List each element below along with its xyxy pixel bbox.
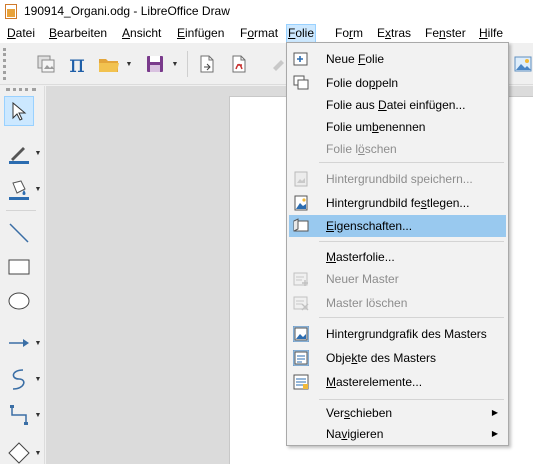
menu-ansicht[interactable]: Ansicht xyxy=(121,24,162,43)
menu-form[interactable]: Form xyxy=(334,24,364,43)
menu-item-label: Neue Folie xyxy=(326,52,385,66)
menu-item-folie-aus-datei[interactable]: Folie aus Datei einfügen... xyxy=(289,94,506,116)
menu-item-hintergrundbild-speichern[interactable]: Hintergrundbild speichern... xyxy=(289,168,506,190)
open-dropdown-arrow[interactable]: ▼ xyxy=(124,51,134,77)
menu-separator xyxy=(319,399,504,400)
insert-image-icon[interactable] xyxy=(510,51,533,77)
save-background-icon xyxy=(293,171,309,187)
menu-einfuegen[interactable]: Einfügen xyxy=(176,24,225,43)
ellipse-tool-icon[interactable] xyxy=(4,286,34,316)
connector-tool-icon[interactable] xyxy=(4,400,34,430)
menu-item-label: Masterelemente... xyxy=(326,375,423,389)
menu-item-label: Objekte des Masters xyxy=(326,351,437,365)
export-pdf-icon[interactable] xyxy=(226,51,252,77)
delete-master-icon xyxy=(293,295,309,311)
menu-extras[interactable]: Extras xyxy=(376,24,412,43)
menu-item-label: Folie doppeln xyxy=(326,76,399,90)
menu-fenster[interactable]: Fenster xyxy=(424,24,467,43)
menu-item-label: Masterfolie... xyxy=(326,250,395,264)
rectangle-tool-icon[interactable] xyxy=(4,252,34,282)
menu-folie[interactable]: Folie xyxy=(286,24,317,43)
menu-item-hintergrundgrafik-des-masters[interactable]: Hintergrundgrafik des Masters xyxy=(289,323,506,345)
master-elements-icon xyxy=(293,374,309,390)
toolbar-separator xyxy=(187,51,188,77)
save-dropdown-arrow[interactable]: ▼ xyxy=(170,51,180,77)
menu-item-folie-loeschen[interactable]: Folie löschen xyxy=(289,138,506,160)
master-background-icon xyxy=(292,325,310,343)
toolbar-grip[interactable] xyxy=(3,48,6,80)
menu-hilfe[interactable]: Hilfe xyxy=(478,24,504,43)
master-objects-icon xyxy=(292,349,310,367)
menu-item-verschieben[interactable]: Verschieben ▶ xyxy=(289,402,506,424)
menu-item-label: Navigieren xyxy=(326,427,384,441)
menu-item-label: Hintergrundgrafik des Masters xyxy=(326,327,487,341)
menu-item-navigieren[interactable]: Navigieren ▶ xyxy=(289,423,506,445)
title-bar: 190914_Organi.odg - LibreOffice Draw xyxy=(0,0,533,22)
menu-item-eigenschaften[interactable]: Eigenschaften... xyxy=(289,215,506,237)
menu-item-label: Eigenschaften... xyxy=(326,219,413,233)
menu-item-folie-umbenennen[interactable]: Folie umbenennen xyxy=(289,116,506,138)
submenu-arrow-icon: ▶ xyxy=(491,429,498,438)
set-background-icon xyxy=(293,195,309,211)
connector-dropdown-arrow[interactable]: ▼ xyxy=(34,400,42,430)
line-tool-icon[interactable] xyxy=(4,218,34,248)
sidebar-separator xyxy=(6,210,36,211)
menu-item-label: Hintergrundbild festlegen... xyxy=(326,196,470,210)
menu-separator xyxy=(319,317,504,318)
menu-format[interactable]: Format xyxy=(239,24,279,43)
new-master-icon xyxy=(293,271,309,287)
arrow-line-tool-icon[interactable] xyxy=(4,328,34,358)
line-color-tool-icon[interactable] xyxy=(4,138,34,168)
menu-bar: Datei Bearbeiten Ansicht Einfügen Format… xyxy=(0,22,533,43)
menu-separator xyxy=(319,241,504,242)
save-icon[interactable] xyxy=(142,51,168,77)
formula-pi-icon[interactable]: π xyxy=(64,51,90,77)
submenu-arrow-icon: ▶ xyxy=(491,408,498,417)
menu-item-folie-doppeln[interactable]: Folie doppeln xyxy=(289,72,506,94)
diamond-shape-dropdown-arrow[interactable]: ▼ xyxy=(34,438,42,464)
libreoffice-draw-icon xyxy=(4,3,18,19)
duplicate-slide-icon xyxy=(293,75,309,91)
arrow-line-dropdown-arrow[interactable]: ▼ xyxy=(34,328,42,358)
properties-icon xyxy=(293,218,309,234)
diamond-shape-tool-icon[interactable] xyxy=(4,438,34,464)
menu-item-neue-folie[interactable]: Neue Folie xyxy=(289,48,506,70)
export-icon[interactable] xyxy=(194,51,220,77)
menu-item-label: Master löschen xyxy=(326,296,408,310)
menu-item-master-loeschen[interactable]: Master löschen xyxy=(289,292,506,314)
curve-tool-icon[interactable] xyxy=(4,364,34,394)
folie-menu: Neue Folie Folie doppeln Folie aus Datei… xyxy=(286,42,509,446)
menu-separator xyxy=(319,162,504,163)
image-gallery-icon[interactable] xyxy=(33,51,59,77)
fill-color-tool-icon[interactable] xyxy=(4,174,34,204)
menu-item-label: Folie löschen xyxy=(326,142,397,156)
new-slide-icon xyxy=(293,51,309,67)
menu-item-label: Verschieben xyxy=(326,406,393,420)
menu-item-neuer-master[interactable]: Neuer Master xyxy=(289,268,506,290)
menu-item-label: Hintergrundbild speichern... xyxy=(326,172,473,186)
menu-datei[interactable]: Datei xyxy=(6,24,36,43)
menu-item-objekte-des-masters[interactable]: Objekte des Masters xyxy=(289,347,506,369)
menu-item-masterelemente[interactable]: Masterelemente... xyxy=(289,371,506,393)
fill-color-dropdown-arrow[interactable]: ▼ xyxy=(34,174,42,204)
window-title: 190914_Organi.odg - LibreOffice Draw xyxy=(24,4,230,18)
curve-dropdown-arrow[interactable]: ▼ xyxy=(34,364,42,394)
drawing-toolbar: ▼ ▼ ▼ ▼ ▼ ▼ xyxy=(0,86,45,464)
menu-bearbeiten[interactable]: Bearbeiten xyxy=(48,24,108,43)
menu-item-label: Folie aus Datei einfügen... xyxy=(326,98,466,112)
line-color-dropdown-arrow[interactable]: ▼ xyxy=(34,138,42,168)
sidebar-grip[interactable] xyxy=(6,88,36,91)
menu-item-label: Folie umbenennen xyxy=(326,120,426,134)
menu-item-hintergrundbild-festlegen[interactable]: Hintergrundbild festlegen... xyxy=(289,192,506,214)
select-tool-icon[interactable] xyxy=(4,96,34,126)
menu-item-masterfolie[interactable]: Masterfolie... xyxy=(289,246,506,268)
menu-item-label: Neuer Master xyxy=(326,272,399,286)
open-folder-icon[interactable] xyxy=(96,51,122,77)
